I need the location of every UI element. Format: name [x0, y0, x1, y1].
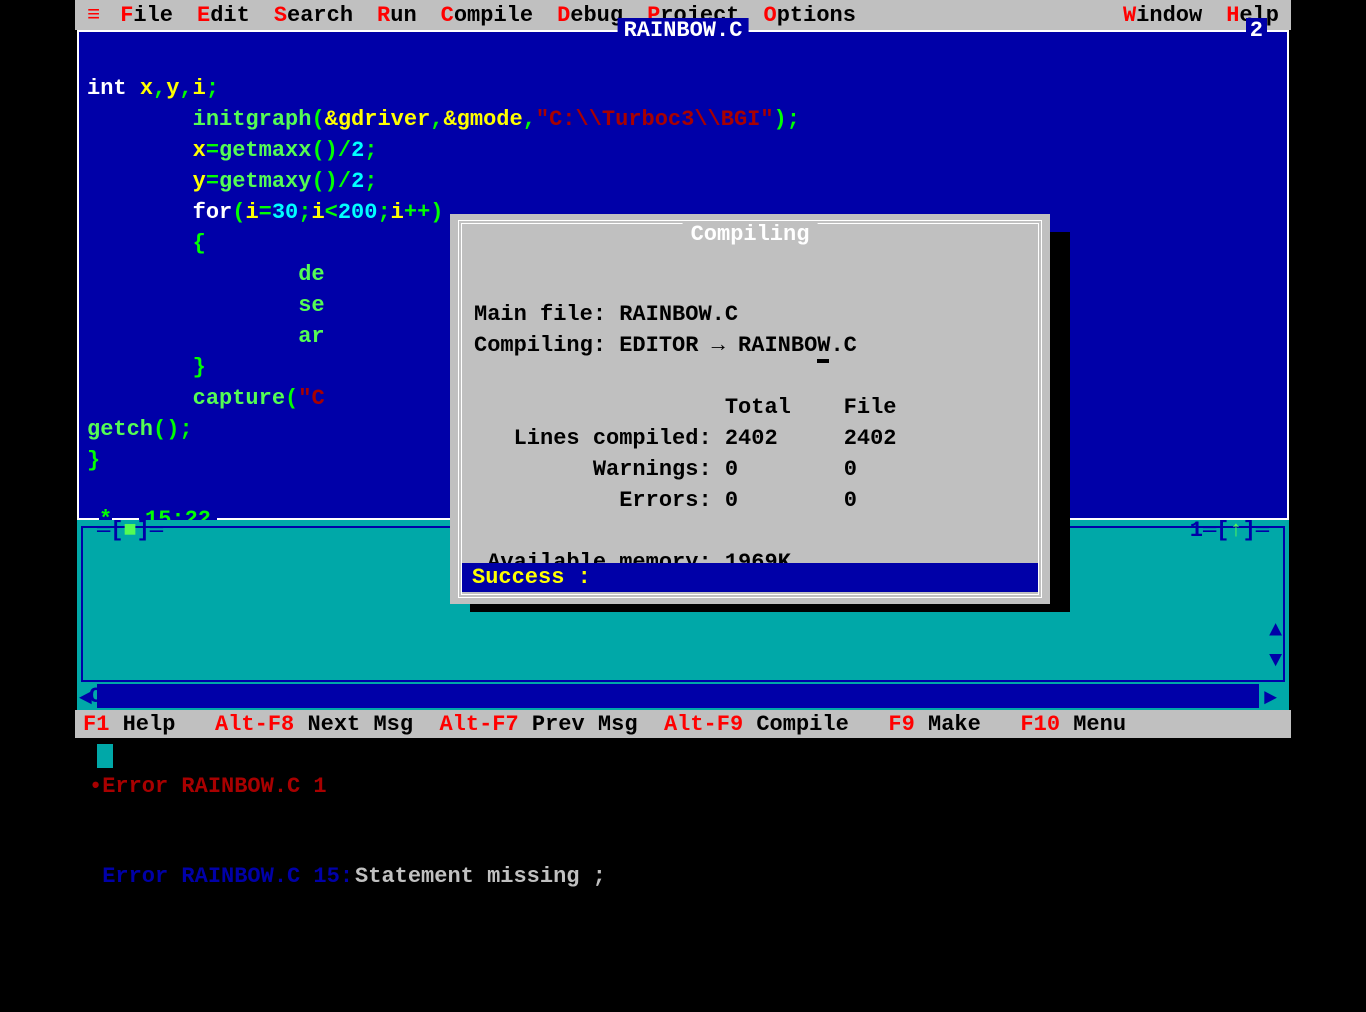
- dialog-title: Compiling: [683, 222, 818, 247]
- system-menu-icon[interactable]: ≡: [79, 3, 108, 28]
- message-error-detail: Statement missing ;: [353, 864, 608, 889]
- message-line: Error RAINBOW.C 15:: [89, 864, 353, 889]
- menu-compile[interactable]: Compile: [429, 3, 545, 28]
- message-close-icon[interactable]: ═[■]═: [97, 516, 163, 546]
- message-line: •Error RAINBOW.C 1: [89, 774, 327, 799]
- menu-edit[interactable]: Edit: [185, 3, 262, 28]
- menu-window[interactable]: Window: [1111, 3, 1214, 28]
- scrollbar-horizontal[interactable]: ◄►: [97, 684, 1259, 708]
- dialog-body: Main file: RAINBOW.C Compiling: EDITOR →…: [474, 268, 1026, 609]
- menu-options[interactable]: Options: [752, 3, 868, 28]
- menu-run[interactable]: Run: [365, 3, 429, 28]
- editor-window-number: 2: [1246, 18, 1267, 43]
- message-window-controls[interactable]: 1═[↑]═: [1190, 516, 1269, 546]
- compile-dialog[interactable]: Compiling Main file: RAINBOW.C Compiling…: [450, 214, 1050, 604]
- menu-search[interactable]: Search: [262, 3, 365, 28]
- editor-title: RAINBOW.C: [618, 18, 749, 43]
- menu-file[interactable]: File: [108, 3, 185, 28]
- dialog-status: Success :: [462, 563, 1038, 592]
- scrollbar-vertical[interactable]: ▲▼: [1269, 556, 1283, 676]
